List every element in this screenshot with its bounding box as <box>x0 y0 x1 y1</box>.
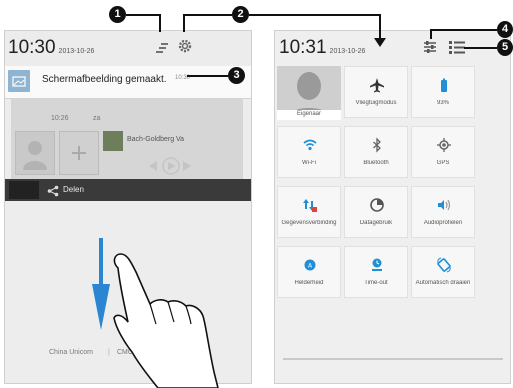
quick-toggle-label: Audioprofielen <box>423 220 463 226</box>
callout-4-line <box>430 29 497 31</box>
quick-toggle-bluetooth[interactable]: Bluetooth <box>344 126 408 178</box>
quick-toggle-audio-profiles[interactable]: Audioprofielen <box>411 186 475 238</box>
quick-toggle-airplane[interactable]: Vliegtuigmodus <box>344 66 408 118</box>
quick-toggle-timeout[interactable]: Time-out <box>344 246 408 298</box>
owner-label: Eigenaar <box>296 111 322 117</box>
callout-2-line-left <box>183 14 232 16</box>
callout-4: 4 <box>497 21 513 38</box>
auto-rotate-icon <box>436 257 452 273</box>
timeout-icon <box>369 257 385 273</box>
quick-toggle-wifi[interactable]: Wi-Fi <box>277 126 341 178</box>
callout-5: 5 <box>497 39 513 56</box>
callout-2-arrow <box>374 38 386 47</box>
gps-icon <box>436 137 452 153</box>
callout-2: 2 <box>232 6 249 23</box>
callout-3-line <box>187 75 228 77</box>
callout-1: 1 <box>109 6 126 23</box>
date-display-right: 2013-10-26 <box>329 48 366 55</box>
brightness-icon: A <box>302 257 318 273</box>
quick-toggle-label: GPS <box>436 160 450 166</box>
wifi-icon <box>302 137 318 153</box>
bluetooth-icon <box>369 137 385 153</box>
data-connection-icon <box>302 197 318 213</box>
callout-1-drop <box>159 14 161 32</box>
callout-2-line-right <box>249 14 380 16</box>
quick-toggle-gps[interactable]: GPS <box>411 126 475 178</box>
audio-profiles-icon <box>436 197 452 213</box>
owner-tile[interactable]: Eigenaar <box>277 66 341 120</box>
quick-toggle-data-connection[interactable]: Gegevensverbinding <box>277 186 341 238</box>
quick-toggle-brightness[interactable]: A Helderheid <box>277 246 341 298</box>
quick-toggle-label: Vliegtuigmodus <box>355 100 397 106</box>
callout-4-drop <box>430 29 432 39</box>
airplane-icon <box>369 77 385 93</box>
callout-3: 3 <box>228 67 245 84</box>
callout-1-line <box>126 14 160 16</box>
callout-2-drop-left <box>183 14 185 32</box>
data-usage-icon <box>369 197 385 213</box>
quick-toggle-data-usage[interactable]: Datagebruik <box>344 186 408 238</box>
callout-2-drop-right <box>379 14 381 38</box>
battery-icon <box>436 77 452 93</box>
quick-toggle-battery[interactable]: 93% <box>411 66 475 118</box>
quick-toggle-label: Datagebruik <box>359 220 393 226</box>
status-time-right: 10:31 2013-10-26 <box>279 37 365 59</box>
quick-toggle-label: Automatisch draaien <box>415 280 471 286</box>
quick-toggle-auto-rotate[interactable]: Automatisch draaien <box>411 246 475 298</box>
right-phone-screen: 10:31 2013-10-26 Eigenaar Vliegtuigmodus… <box>274 30 511 384</box>
quick-toggle-label: Gegevensverbinding <box>281 220 337 226</box>
quick-toggle-label: Time-out <box>364 280 388 286</box>
quick-toggle-label: Wi-Fi <box>302 160 316 166</box>
callout-5-line <box>464 47 497 49</box>
drag-handle[interactable] <box>283 358 503 360</box>
list-view-icon[interactable] <box>449 40 465 54</box>
switch-view-icon[interactable] <box>423 40 437 54</box>
time-display-right: 10:31 <box>279 37 327 58</box>
quick-toggle-label: Bluetooth <box>363 160 389 166</box>
quick-toggle-label: Helderheid <box>294 280 324 286</box>
quick-toggle-label: 93% <box>436 100 449 106</box>
